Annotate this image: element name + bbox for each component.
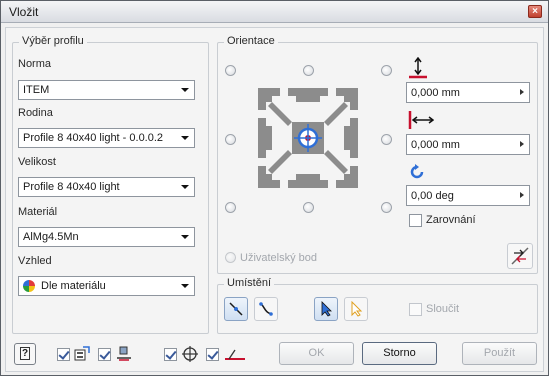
material-dropdown[interactable]: AlMg4.5Mn [18,227,195,247]
window-title: Vložit [9,5,39,19]
user-point-radio[interactable] [225,252,236,263]
flip-button[interactable] [507,243,533,269]
cancel-button[interactable]: Storno [362,342,437,365]
select-secondary-button[interactable] [344,297,368,321]
anchor-radio-bottom-left[interactable] [225,202,236,213]
anchor-radio-bottom-center[interactable] [303,202,314,213]
close-button[interactable]: × [528,5,542,18]
flip-icon [511,247,529,265]
norma-label: Norma [18,58,52,70]
chevron-right-icon[interactable] [520,192,524,198]
rotation-value: 0,00 deg [411,190,454,202]
vertical-offset-value: 0,000 mm [411,87,460,99]
chevron-down-icon [181,284,189,288]
chevron-down-icon [181,136,189,140]
anchor-radio-middle-right[interactable] [381,134,392,145]
align-checkbox[interactable] [409,214,422,227]
placement-legend: Umístění [224,277,275,289]
axis-line-button[interactable] [224,297,248,321]
help-button[interactable]: ? [14,343,36,365]
select-arrow-icon [321,301,332,317]
curve-path-icon [259,302,273,316]
curve-path-button[interactable] [254,297,278,321]
select-button[interactable] [314,297,338,321]
select-arrow-outline-icon [351,301,363,317]
horizontal-offset-input[interactable]: 0,000 mm [406,134,530,155]
option-checkbox-4[interactable] [206,348,219,361]
merge-label: Sloučit [426,303,460,315]
anchor-radio-bottom-right[interactable] [381,202,392,213]
dialog-body: Výběr profilu Norma ITEM Rodina Profile … [5,27,544,372]
merge-checkbox[interactable] [409,303,422,316]
cut-settings-icon [117,346,131,361]
anchor-radio-top-center[interactable] [303,65,314,76]
placement-group: Umístění Sloučit [217,277,538,334]
vertical-offset-icon [409,57,427,79]
material-value: AlMg4.5Mn [23,231,79,243]
apply-button[interactable]: Použít [462,342,537,365]
velikost-dropdown[interactable]: Profile 8 40x40 light [18,177,195,197]
norma-value: ITEM [23,84,50,96]
chevron-down-icon [181,235,189,239]
user-point-label: Uživatelský bod [240,252,318,264]
velikost-label: Velikost [18,156,56,168]
vertical-offset-input[interactable]: 0,000 mm [406,82,530,103]
vzhled-value: Dle materiálu [41,280,106,292]
rotate-icon [410,164,424,179]
orientation-group: Orientace 0,000 mm 0,000 mm 0,00 deg Zar… [217,35,538,274]
title-bar: Vložit × [1,1,548,23]
vzhled-dropdown[interactable]: Dle materiálu [18,276,195,296]
orientation-legend: Orientace [224,35,278,47]
profile-preview [258,88,358,188]
chevron-right-icon[interactable] [520,89,524,95]
help-icon: ? [20,347,30,360]
align-label: Zarovnání [426,214,476,226]
option-checkbox-2[interactable] [98,348,111,361]
rotation-input[interactable]: 0,00 deg [406,185,530,206]
horizontal-offset-value: 0,000 mm [411,139,460,151]
material-label: Materiál [18,206,58,218]
rodina-dropdown[interactable]: Profile 8 40x40 light - 0.0.0.2 [18,128,195,148]
properties-icon [74,346,90,361]
rodina-label: Rodina [18,107,53,119]
option-checkbox-1[interactable] [57,348,70,361]
chevron-down-icon [181,88,189,92]
axis-line-icon [229,302,243,316]
rodina-value: Profile 8 40x40 light - 0.0.0.2 [23,132,164,144]
vzhled-label: Vzhled [18,255,52,267]
anchor-radio-top-right[interactable] [381,65,392,76]
anchor-radio-middle-left[interactable] [225,134,236,145]
option-checkbox-3[interactable] [164,348,177,361]
ok-button[interactable]: OK [279,342,354,365]
end-treatment-icon [225,349,245,360]
profile-selection-legend: Výběr profilu [19,35,87,47]
chevron-right-icon[interactable] [520,141,524,147]
profile-selection-group: Výběr profilu Norma ITEM Rodina Profile … [12,35,209,334]
horizontal-offset-icon [408,111,434,129]
anchor-radio-top-left[interactable] [225,65,236,76]
chevron-down-icon [181,185,189,189]
appearance-sphere-icon [23,280,35,292]
norma-dropdown[interactable]: ITEM [18,80,195,100]
insert-dialog: Vložit × Výběr profilu Norma ITEM Rodina… [0,0,549,376]
velikost-value: Profile 8 40x40 light [23,181,120,193]
target-icon [182,346,198,362]
